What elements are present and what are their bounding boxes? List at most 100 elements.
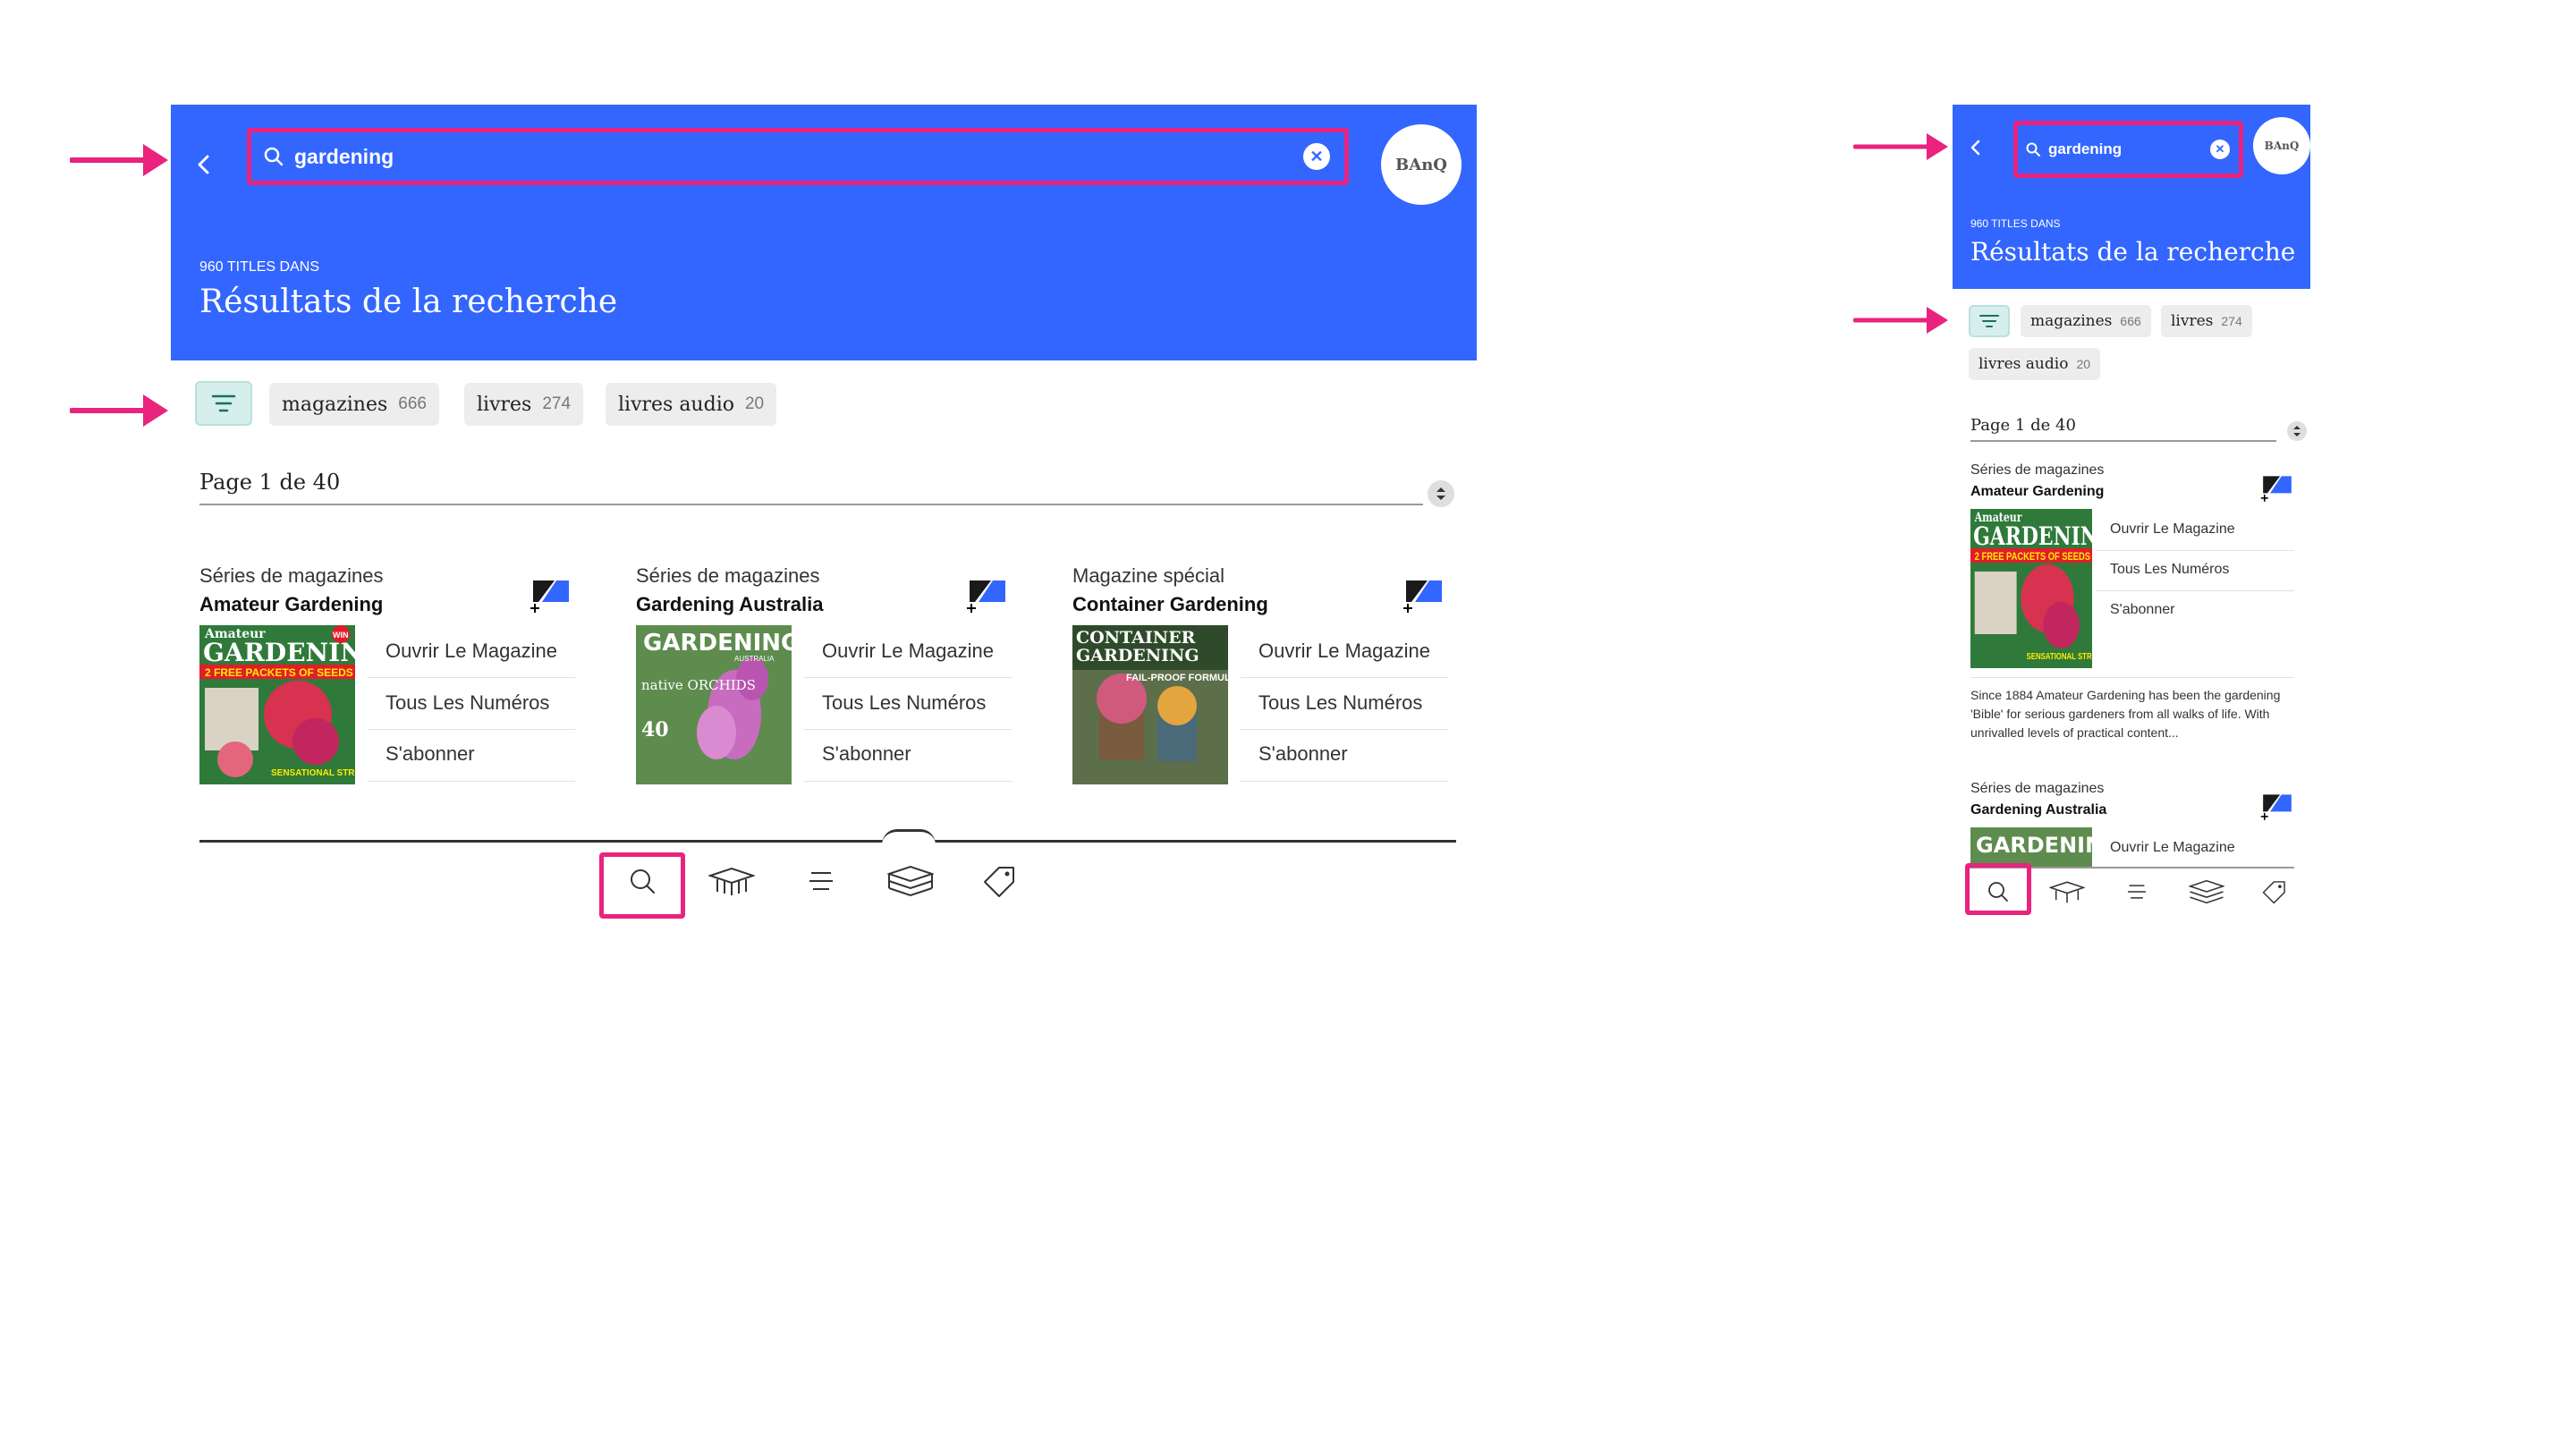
svg-text:GARDENING: GARDENING	[643, 630, 792, 657]
page-title: Résultats de la recherche	[1970, 237, 2296, 267]
logo-text: BAnQ	[2264, 140, 2300, 152]
library-icon	[2049, 881, 2085, 903]
magazine-cover[interactable]: Amateur GARDENING 2 FREE PACKETS OF SEED…	[199, 625, 355, 784]
search-input[interactable]	[2046, 140, 2210, 159]
chip-count: 666	[2120, 314, 2141, 328]
svg-text:SENSATIONAL STRUCTURE!: SENSATIONAL STRUCTURE!	[2027, 651, 2092, 661]
divider	[804, 677, 1012, 678]
nav-menu[interactable]	[794, 854, 848, 908]
clear-search-icon[interactable]: ✕	[2210, 140, 2230, 159]
tag-icon	[984, 867, 1014, 897]
annotation-arrow-icon	[70, 144, 168, 176]
chip-count: 666	[398, 394, 427, 413]
add-to-shelf-icon[interactable]	[966, 577, 1009, 613]
magazine-cover[interactable]: GARDENING AUSTRALIA native ORCHIDS 40	[636, 625, 792, 784]
library-logo[interactable]: BAnQ	[1381, 124, 1462, 205]
all-issues-link[interactable]: Tous Les Numéros	[1258, 691, 1422, 715]
card-type: Séries de magazines	[1970, 462, 2105, 478]
nav-library[interactable]	[705, 854, 758, 908]
svg-text:WIN: WIN	[333, 631, 349, 640]
nav-tags[interactable]	[2255, 872, 2294, 911]
pagination-toggle-icon[interactable]	[2287, 421, 2307, 441]
card-title[interactable]: Gardening Australia	[1970, 802, 2106, 818]
card-title[interactable]: Amateur Gardening	[199, 593, 383, 616]
back-icon[interactable]	[1965, 137, 1987, 158]
nav-books[interactable]	[2187, 872, 2226, 911]
search-field[interactable]: ✕	[2013, 121, 2243, 178]
nav-library[interactable]	[2047, 872, 2087, 911]
card-title[interactable]: Gardening Australia	[636, 593, 823, 616]
bottom-nav-notch	[882, 829, 936, 844]
open-magazine-link[interactable]: Ouvrir Le Magazine	[822, 640, 994, 663]
chip-livres-audio[interactable]: livres audio 20	[606, 383, 777, 426]
chip-label: livres	[2171, 312, 2214, 330]
magazine-cover[interactable]: GARDENING	[1970, 827, 2092, 867]
card-title[interactable]: Container Gardening	[1072, 593, 1268, 616]
nav-search[interactable]	[1979, 872, 2018, 911]
menu-icon	[2128, 885, 2146, 899]
chip-livres-audio[interactable]: livres audio 20	[1969, 348, 2101, 380]
chip-magazines[interactable]: magazines 666	[2021, 305, 2151, 337]
pagination-underline	[199, 504, 1423, 505]
add-to-shelf-icon[interactable]	[2260, 473, 2294, 502]
nav-books[interactable]	[884, 854, 937, 908]
subscribe-link[interactable]: S'abonner	[2110, 602, 2174, 618]
open-magazine-link[interactable]: Ouvrir Le Magazine	[2110, 840, 2235, 856]
search-icon	[1988, 882, 2008, 902]
subscribe-link[interactable]: S'abonner	[1258, 742, 1348, 766]
open-magazine-link[interactable]: Ouvrir Le Magazine	[386, 640, 557, 663]
add-to-shelf-icon[interactable]	[2260, 792, 2294, 820]
chip-livres[interactable]: livres 274	[2161, 305, 2252, 337]
subscribe-link[interactable]: S'abonner	[822, 742, 911, 766]
chip-count: 20	[744, 394, 765, 413]
divider	[804, 729, 1012, 730]
subscribe-link[interactable]: S'abonner	[386, 742, 475, 766]
nav-tags[interactable]	[973, 854, 1027, 908]
magazine-cover[interactable]: CONTAINER GARDENING FAIL-PROOF FORMULA	[1072, 625, 1228, 784]
result-card: Magazine spécial Container Gardening CON…	[1072, 564, 1448, 949]
open-magazine-link[interactable]: Ouvrir Le Magazine	[2110, 521, 2235, 538]
search-icon	[631, 869, 655, 894]
chip-label: magazines	[282, 393, 388, 416]
all-issues-link[interactable]: Tous Les Numéros	[386, 691, 549, 715]
all-issues-link[interactable]: Tous Les Numéros	[822, 691, 986, 715]
pagination-select[interactable]: Page 1 de 40	[199, 470, 340, 495]
search-input[interactable]	[292, 143, 1303, 170]
chip-count: 20	[2076, 357, 2091, 371]
card-description: Since 1884 Amateur Gardening has been th…	[1970, 688, 2281, 740]
menu-icon	[809, 872, 833, 890]
annotation-arrow-icon	[1853, 307, 1948, 334]
chip-magazines[interactable]: magazines 666	[269, 383, 439, 426]
nav-search[interactable]	[615, 854, 669, 908]
svg-text:FAIL-PROOF FORMULA: FAIL-PROOF FORMULA	[1126, 673, 1228, 683]
pagination-toggle-icon[interactable]	[1428, 480, 1454, 507]
results-count: 960 TITLES DANS	[199, 259, 319, 275]
filter-button[interactable]	[1969, 305, 2010, 337]
card-type: Séries de magazines	[199, 564, 384, 587]
results-count: 960 TITLES DANS	[1970, 217, 2061, 230]
filter-icon	[1979, 315, 1999, 327]
pagination-select[interactable]: Page 1 de 40	[1970, 416, 2076, 435]
divider	[1241, 677, 1448, 678]
add-to-shelf-icon[interactable]	[1402, 577, 1445, 613]
result-card: Séries de magazines Amateur Gardening Am…	[199, 564, 575, 949]
chip-label: livres	[477, 393, 532, 416]
clear-search-icon[interactable]: ✕	[1303, 143, 1330, 170]
mobile-view: ✕ BAnQ 960 TITLES DANS Résultats de la r…	[1953, 105, 2310, 915]
all-issues-link[interactable]: Tous Les Numéros	[2110, 562, 2229, 578]
magazine-cover[interactable]: Amateur GARDENING 2 FREE PACKETS OF SEED…	[1970, 509, 2092, 668]
library-logo[interactable]: BAnQ	[2253, 117, 2310, 174]
add-to-shelf-icon[interactable]	[530, 577, 572, 613]
chip-livres[interactable]: livres 274	[464, 383, 584, 426]
filter-button[interactable]	[195, 381, 252, 426]
nav-menu[interactable]	[2117, 872, 2157, 911]
open-magazine-link[interactable]: Ouvrir Le Magazine	[1258, 640, 1430, 663]
filter-icon	[211, 394, 236, 412]
svg-text:2 FREE PACKETS OF SEEDS: 2 FREE PACKETS OF SEEDS	[1975, 551, 2090, 563]
divider	[2096, 590, 2294, 591]
back-icon[interactable]	[189, 149, 219, 180]
search-field[interactable]: ✕	[247, 128, 1349, 185]
card-type: Séries de magazines	[1970, 781, 2105, 796]
card-title[interactable]: Amateur Gardening	[1970, 484, 2104, 500]
divider	[2096, 550, 2294, 551]
